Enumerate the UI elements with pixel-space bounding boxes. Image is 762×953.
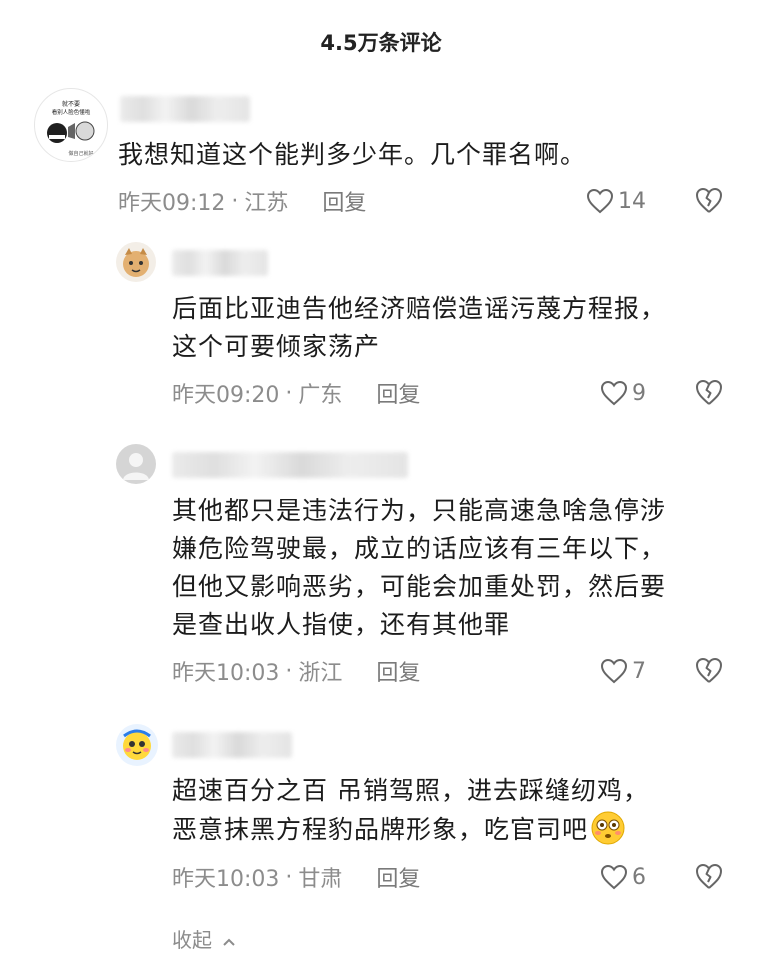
reply-button[interactable]: 回复 bbox=[376, 377, 420, 409]
comment-text: 超速百分之百 吊销驾照，进去踩缝纫鸡， 恶意抹黑方程豹品牌形象，吃官司吧 bbox=[172, 776, 649, 845]
comment-time: 昨天09:12 bbox=[118, 191, 226, 216]
heart-icon bbox=[600, 380, 628, 406]
broken-heart-icon bbox=[696, 380, 722, 405]
comments-header: 4.5万条评论 bbox=[0, 0, 762, 84]
comment-text: 我想知道这个能判多少年。几个罪名啊。 bbox=[118, 140, 587, 169]
avatar-text-2: 看别人脸色懂啦 bbox=[52, 108, 91, 116]
meta-separator: · bbox=[285, 658, 293, 684]
comment-time: 昨天09:20 bbox=[172, 383, 280, 408]
comment-region: 广东 bbox=[298, 383, 343, 408]
like-count: 7 bbox=[632, 658, 646, 684]
reply-button[interactable]: 回复 bbox=[376, 655, 420, 687]
broken-heart-icon bbox=[696, 658, 722, 683]
avatar[interactable] bbox=[116, 444, 156, 484]
comment-meta: 昨天10:03 · 浙江 回复 bbox=[172, 655, 420, 687]
heart-icon bbox=[586, 188, 614, 214]
like-button[interactable]: 6 bbox=[600, 862, 646, 892]
meta-separator: · bbox=[285, 864, 293, 890]
like-button[interactable]: 7 bbox=[600, 656, 646, 686]
broken-heart-icon bbox=[696, 864, 722, 889]
avatar-text-3: 做自己就好 bbox=[68, 150, 93, 157]
like-button[interactable]: 9 bbox=[600, 378, 646, 408]
broken-heart-icon bbox=[696, 188, 722, 213]
dislike-button[interactable] bbox=[694, 862, 724, 892]
username-blurred[interactable] bbox=[120, 96, 250, 122]
reply-button[interactable]: 回复 bbox=[322, 185, 366, 217]
comment-region: 甘肃 bbox=[298, 867, 343, 892]
avatar[interactable] bbox=[116, 242, 156, 282]
dislike-button[interactable] bbox=[694, 656, 724, 686]
comment-meta: 昨天09:12 · 江苏 回复 bbox=[118, 185, 366, 217]
avatar[interactable]: 就不要 看别人脸色懂啦 做自己就好 bbox=[34, 88, 108, 162]
avatar-text-1: 就不要 bbox=[62, 100, 80, 108]
comment-count-title: 4.5万条评论 bbox=[320, 31, 442, 55]
chevron-up-icon bbox=[223, 938, 236, 946]
like-button[interactable]: 14 bbox=[586, 186, 646, 216]
collapse-replies-button[interactable]: 收起 bbox=[172, 924, 236, 953]
comment-text: 后面比亚迪告他经济赔偿造谣污蔑方程报， 这个可要倾家荡产 bbox=[172, 294, 667, 361]
like-count: 14 bbox=[618, 188, 646, 214]
comment-meta: 昨天09:20 · 广东 回复 bbox=[172, 377, 420, 409]
comment-time: 昨天10:03 bbox=[172, 661, 280, 686]
dislike-button[interactable] bbox=[694, 378, 724, 408]
dislike-button[interactable] bbox=[694, 186, 724, 216]
heart-icon bbox=[600, 658, 628, 684]
heart-icon bbox=[600, 864, 628, 890]
comment-text: 其他都只是违法行为，只能高速急啥急停涉 嫌危险驾驶最，成立的话应该有三年以下， … bbox=[172, 496, 667, 639]
comment-region: 江苏 bbox=[244, 191, 289, 216]
avatar[interactable] bbox=[116, 724, 158, 766]
comment-region: 浙江 bbox=[298, 661, 343, 686]
username-blurred[interactable] bbox=[172, 250, 268, 276]
username-blurred[interactable] bbox=[172, 452, 408, 478]
flushed-emoji-icon bbox=[591, 811, 625, 845]
username-blurred[interactable] bbox=[172, 732, 292, 758]
like-count: 6 bbox=[632, 864, 646, 890]
meta-separator: · bbox=[231, 188, 239, 214]
comment-meta: 昨天10:03 · 甘肃 回复 bbox=[172, 861, 420, 893]
reply-button[interactable]: 回复 bbox=[376, 861, 420, 893]
like-count: 9 bbox=[632, 380, 646, 406]
meta-separator: · bbox=[285, 380, 293, 406]
comment-time: 昨天10:03 bbox=[172, 867, 280, 892]
